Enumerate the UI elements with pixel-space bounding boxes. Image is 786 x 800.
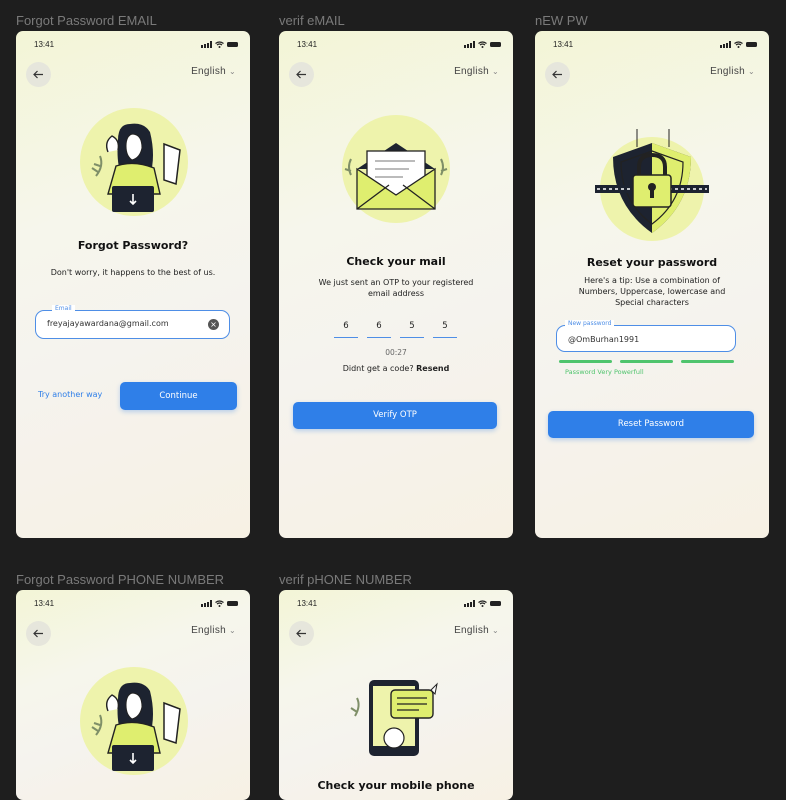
language-selector[interactable]: English ⌄ [454, 625, 499, 636]
resend-row: Didnt get a code? Resend [279, 364, 513, 373]
battery-icon [227, 601, 238, 606]
frame-label-forgot-phone: Forgot Password PHONE NUMBER [16, 572, 225, 587]
battery-icon [746, 42, 757, 47]
reset-password-button[interactable]: Reset Password [548, 411, 754, 438]
otp-input[interactable]: 6 6 5 5 [334, 321, 457, 338]
back-button[interactable] [289, 62, 314, 87]
wifi-icon [215, 600, 224, 607]
language-label: English [191, 66, 226, 77]
screen-reset-password: 13:41 English ⌄ Reset your password Here'… [535, 31, 769, 538]
back-arrow-icon [33, 629, 43, 638]
back-button[interactable] [545, 62, 570, 87]
chevron-down-icon: ⌄ [491, 626, 499, 635]
otp-digit[interactable]: 5 [400, 321, 424, 338]
strength-segment [681, 360, 734, 363]
password-strength-text: Password Very Powerfull [565, 368, 644, 376]
email-field-label: Email [52, 305, 75, 312]
resend-link[interactable]: Resend [416, 364, 449, 373]
battery-icon [227, 42, 238, 47]
clear-icon[interactable]: × [208, 319, 219, 330]
chevron-down-icon: ⌄ [491, 67, 499, 76]
envelope-illustration [342, 115, 450, 223]
status-time: 13:41 [297, 599, 318, 608]
otp-timer: 00:27 [385, 348, 407, 357]
back-arrow-icon [296, 629, 306, 638]
screen-forgot-password-email: 13:41 English ⌄ Forgot Password? Don't wo… [16, 31, 250, 538]
status-bar: 13:41 [297, 598, 501, 610]
language-label: English [710, 66, 745, 77]
frame-label-forgot-email: Forgot Password EMAIL [16, 13, 157, 28]
language-selector[interactable]: English ⌄ [710, 66, 755, 77]
otp-digit[interactable]: 5 [433, 321, 457, 338]
otp-digit[interactable]: 6 [367, 321, 391, 338]
try-another-way-link[interactable]: Try another way [38, 390, 102, 399]
back-button[interactable] [26, 62, 51, 87]
shield-lock-illustration [595, 129, 709, 241]
language-label: English [454, 625, 489, 636]
status-time: 13:41 [297, 40, 318, 49]
new-password-value: @OmBurhan1991 [568, 335, 640, 344]
verify-otp-button[interactable]: Verify OTP [293, 402, 497, 429]
new-password-label: New password [565, 320, 615, 327]
page-title: Reset your password [586, 256, 718, 269]
back-arrow-icon [296, 70, 306, 79]
screen-verify-email: 13:41 English ⌄ Check your mail We just s… [279, 31, 513, 538]
battery-icon [490, 601, 501, 606]
battery-icon [490, 42, 501, 47]
chevron-down-icon: ⌄ [747, 67, 755, 76]
back-button[interactable] [26, 621, 51, 646]
language-label: English [454, 66, 489, 77]
frame-label-verify-phone: verif pHONE NUMBER [279, 572, 412, 587]
wifi-icon [478, 600, 487, 607]
chevron-down-icon: ⌄ [228, 67, 236, 76]
status-time: 13:41 [34, 40, 55, 49]
language-selector[interactable]: English ⌄ [191, 66, 236, 77]
frame-label-new-password: nEW PW [535, 13, 588, 28]
status-bar: 13:41 [34, 39, 238, 51]
phone-message-illustration [350, 680, 438, 756]
chevron-down-icon: ⌄ [228, 626, 236, 635]
page-subtitle: Don't worry, it happens to the best of u… [50, 268, 216, 277]
status-bar: 13:41 [297, 39, 501, 51]
page-title: Check your mobile phone [317, 779, 475, 792]
otp-digit[interactable]: 6 [334, 321, 358, 338]
resend-prompt: Didnt get a code? [342, 364, 414, 373]
new-password-field[interactable]: New password @OmBurhan1991 [556, 320, 736, 352]
signal-icon [720, 41, 731, 48]
signal-icon [201, 600, 212, 607]
strength-segment [620, 360, 673, 363]
continue-button[interactable]: Continue [120, 382, 237, 410]
status-time: 13:41 [34, 599, 55, 608]
password-strength-meter [559, 360, 734, 363]
signal-icon [464, 41, 475, 48]
language-selector[interactable]: English ⌄ [454, 66, 499, 77]
wifi-icon [734, 41, 743, 48]
wifi-icon [215, 41, 224, 48]
wifi-icon [478, 41, 487, 48]
status-time: 13:41 [553, 40, 574, 49]
page-title: Forgot Password? [77, 239, 189, 252]
back-arrow-icon [552, 70, 562, 79]
language-label: English [191, 625, 226, 636]
strength-segment [559, 360, 612, 363]
woman-laptop-illustration [80, 667, 188, 775]
frame-label-verify-email: verif eMAIL [279, 13, 345, 28]
signal-icon [201, 41, 212, 48]
status-bar: 13:41 [34, 598, 238, 610]
woman-laptop-illustration [80, 108, 188, 216]
screen-forgot-password-phone: 13:41 English ⌄ [16, 590, 250, 800]
page-subtitle: Here's a tip: Use a combination of Numbe… [578, 276, 726, 307]
page-title: Check your mail [346, 255, 446, 268]
page-subtitle: We just sent an OTP to your registered e… [318, 278, 474, 298]
screen-verify-phone: 13:41 English ⌄ Check your mobile phone [279, 590, 513, 800]
language-selector[interactable]: English ⌄ [191, 625, 236, 636]
email-field-value: freyajayawardana@gmail.com [47, 319, 169, 328]
signal-icon [464, 600, 475, 607]
back-button[interactable] [289, 621, 314, 646]
status-bar: 13:41 [553, 39, 757, 51]
email-field[interactable]: Email freyajayawardana@gmail.com × [35, 305, 230, 339]
back-arrow-icon [33, 70, 43, 79]
